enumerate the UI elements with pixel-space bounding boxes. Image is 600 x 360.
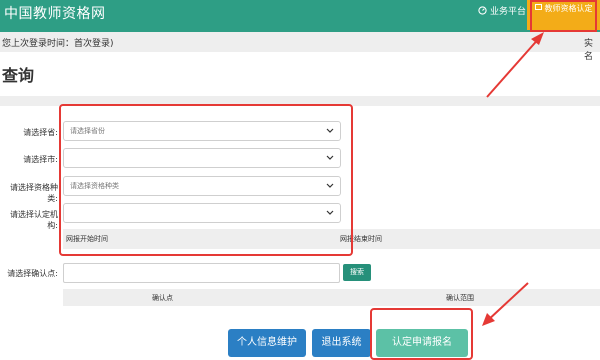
site-title[interactable]: 中国教师资格网	[4, 3, 106, 23]
col-confirm-range: 确认范围	[446, 294, 474, 302]
results-table-header	[63, 289, 600, 306]
col-confirm-point: 确认点	[152, 294, 173, 302]
business-platform-link[interactable]: 业务平台	[478, 4, 526, 17]
agency-label: 请选择认定机构:	[10, 210, 58, 230]
apply-button-highlight	[370, 308, 473, 360]
logout-button[interactable]: 退出系统	[312, 329, 371, 357]
confirm-point-input[interactable]	[63, 263, 340, 283]
city-label: 请选择市:	[23, 155, 58, 164]
confirm-point-label: 请选择确认点:	[7, 269, 58, 278]
province-label: 请选择省:	[23, 128, 58, 137]
gauge-icon	[478, 6, 487, 15]
form-highlight-box	[59, 104, 353, 256]
cert-button-highlight	[530, 0, 597, 32]
page-title: 查询	[2, 66, 35, 85]
last-login-text: 您上次登录时间：首次登录)	[2, 39, 114, 49]
realname-link[interactable]: 实名	[584, 36, 600, 62]
cert-type-label: 请选择资格种类:	[10, 183, 58, 203]
business-platform-label: 业务平台	[490, 7, 527, 17]
search-button[interactable]: 搜索	[343, 264, 371, 281]
profile-maintenance-button[interactable]: 个人信息维护	[228, 329, 306, 357]
